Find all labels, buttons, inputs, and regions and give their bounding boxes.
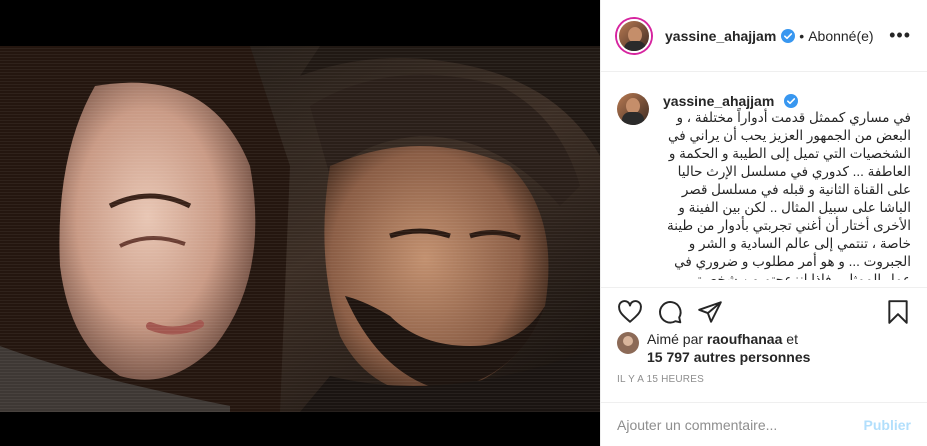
post-photo <box>0 46 600 412</box>
author-username[interactable]: yassine_ahajjam <box>665 28 776 44</box>
publish-button[interactable]: Publier <box>864 417 911 433</box>
caption-avatar[interactable] <box>617 93 649 125</box>
likes-count[interactable]: 15 797 autres personnes <box>647 349 810 365</box>
caption-body: yassine_ahajjam في مساري كممثل قدمت أدوا… <box>663 93 911 280</box>
post-header: yassine_ahajjam • Abonné(e) ••• <box>601 0 927 72</box>
author-avatar[interactable] <box>617 18 651 53</box>
likes-summary: Aimé par raoufhanaa et 15 797 autres per… <box>617 330 810 366</box>
liker-username[interactable]: raoufhanaa <box>707 331 782 347</box>
likes-conj: et <box>786 331 798 347</box>
follow-status[interactable]: Abonné(e) <box>808 28 873 44</box>
verified-badge-icon <box>783 94 798 108</box>
header-separator: • <box>799 27 805 44</box>
action-bar <box>601 287 927 327</box>
caption-username[interactable]: yassine_ahajjam <box>663 93 774 109</box>
comment-input[interactable] <box>617 416 864 433</box>
verified-badge-icon <box>781 28 796 43</box>
post-timestamp[interactable]: Il y a 15 heures <box>617 374 704 385</box>
tv-screenshot-image <box>0 46 600 412</box>
share-icon[interactable] <box>697 299 723 325</box>
caption-section: yassine_ahajjam في مساري كممثل قدمت أدوا… <box>601 73 927 280</box>
post-media[interactable] <box>0 0 600 446</box>
caption-text: في مساري كممثل قدمت أدواراً مختلفة ، و ا… <box>667 110 911 280</box>
post-sidebar: yassine_ahajjam • Abonné(e) ••• yassine_… <box>600 0 927 446</box>
comment-bar: Publier <box>601 402 927 446</box>
caption-row: yassine_ahajjam في مساري كممثل قدمت أدوا… <box>617 93 911 280</box>
likes-text: Aimé par raoufhanaa et 15 797 autres per… <box>647 330 810 366</box>
likes-prefix: Aimé par <box>647 331 704 347</box>
liker-avatar[interactable] <box>617 332 639 354</box>
comment-icon[interactable] <box>657 299 683 325</box>
more-options-icon[interactable]: ••• <box>889 25 911 46</box>
bookmark-icon[interactable] <box>885 299 911 325</box>
heart-icon[interactable] <box>617 299 643 325</box>
